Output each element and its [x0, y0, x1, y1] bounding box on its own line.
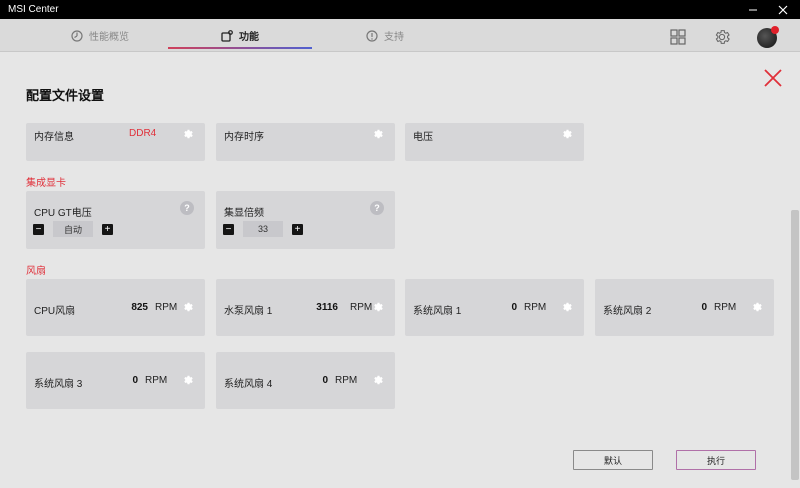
- default-button[interactable]: 默认: [573, 450, 653, 470]
- fan-rpm-value: 0: [701, 302, 707, 313]
- gear-icon[interactable]: [372, 374, 384, 386]
- fan-rpm-unit: RPM: [335, 375, 358, 386]
- fan-rpm-value: 0: [132, 375, 138, 386]
- gear-icon[interactable]: [182, 301, 194, 313]
- apply-button[interactable]: 执行: [676, 450, 756, 470]
- page-title: 配置文件设置: [26, 88, 105, 103]
- gear-icon[interactable]: [561, 301, 573, 313]
- close-x-icon: [764, 69, 782, 87]
- fan-card: 系统风扇 3 0 RPM: [26, 352, 205, 409]
- minimize-icon: [749, 9, 757, 10]
- fan-rpm-unit: RPM: [714, 302, 737, 313]
- fan-card: 系统风扇 4 0 RPM: [216, 352, 395, 409]
- minimize-button[interactable]: [738, 0, 768, 19]
- gear-icon[interactable]: [372, 128, 384, 140]
- increment-button[interactable]: +: [292, 224, 303, 235]
- app-title: MSI Center: [8, 4, 59, 15]
- tab-performance[interactable]: 性能概览: [60, 19, 140, 52]
- grid-icon: [670, 29, 686, 45]
- memory-timing-card: 内存时序: [216, 123, 395, 161]
- question-icon[interactable]: ?: [180, 201, 194, 215]
- tab-performance-label: 性能概览: [89, 32, 129, 43]
- fan-label: CPU风扇: [34, 306, 76, 317]
- fan-rpm-unit: RPM: [145, 375, 168, 386]
- fan-label: 系统风扇 2: [603, 306, 652, 317]
- question-icon[interactable]: ?: [370, 201, 384, 215]
- close-panel-button[interactable]: [762, 67, 784, 89]
- fan-card: 水泵风扇 1 3116 RPM: [216, 279, 395, 336]
- igpu-ratio-value[interactable]: 33: [243, 221, 283, 237]
- decrement-button[interactable]: −: [223, 224, 234, 235]
- feature-icon: [221, 29, 233, 42]
- fan-card: 系统风扇 1 0 RPM: [405, 279, 584, 336]
- memory-info-label: 内存信息: [34, 132, 74, 143]
- top-nav: 性能概览 功能 支持: [0, 19, 800, 52]
- gauge-icon: [71, 29, 83, 42]
- cpu-gt-voltage-label: CPU GT电压: [34, 208, 92, 219]
- fan-section-title: 风扇: [26, 266, 46, 277]
- fan-label: 系统风扇 1: [413, 306, 462, 317]
- fan-label: 系统风扇 3: [34, 379, 83, 390]
- avatar[interactable]: [757, 26, 779, 48]
- close-window-button[interactable]: [768, 0, 798, 19]
- main-content: 配置文件设置 内存信息 DDR4 内存时序 电压 集成显卡 CPU GT电压 ?…: [0, 53, 800, 488]
- igpu-ratio-card: 集显倍频 ? − 33 +: [216, 191, 395, 249]
- fan-label: 系统风扇 4: [224, 379, 273, 390]
- settings-button[interactable]: [713, 28, 731, 46]
- gear-icon[interactable]: [561, 128, 573, 140]
- gear-icon[interactable]: [182, 374, 194, 386]
- gear-icon: [715, 30, 730, 44]
- fan-card: CPU风扇 825 RPM: [26, 279, 205, 336]
- cpu-gt-voltage-value[interactable]: 自动: [53, 221, 93, 237]
- active-tab-indicator: [168, 47, 312, 49]
- memory-timing-label: 内存时序: [224, 132, 264, 143]
- title-bar: MSI Center: [0, 0, 800, 19]
- memory-info-card: 内存信息 DDR4: [26, 123, 205, 161]
- fan-label: 水泵风扇 1: [224, 306, 273, 317]
- voltage-label: 电压: [413, 132, 433, 143]
- fan-rpm-value: 0: [511, 302, 517, 313]
- gear-icon[interactable]: [751, 301, 763, 313]
- voltage-card: 电压: [405, 123, 584, 161]
- fan-rpm-value: 825: [131, 302, 148, 313]
- igpu-ratio-label: 集显倍频: [224, 208, 264, 219]
- fan-rpm-unit: RPM: [524, 302, 547, 313]
- cpu-gt-voltage-card: CPU GT电压 ? − 自动 +: [26, 191, 205, 249]
- help-circle-icon: [366, 29, 378, 42]
- decrement-button[interactable]: −: [33, 224, 44, 235]
- igpu-section-title: 集成显卡: [26, 178, 66, 189]
- fan-rpm-unit: RPM: [155, 302, 178, 313]
- fan-rpm-value: 0: [322, 375, 328, 386]
- fan-rpm-unit: RPM: [350, 302, 373, 313]
- memory-type-value: DDR4: [129, 128, 157, 139]
- tab-features-label: 功能: [239, 32, 259, 43]
- fan-card: 系统风扇 2 0 RPM: [595, 279, 774, 336]
- close-icon: [778, 5, 788, 14]
- fan-rpm-value: 3116: [316, 302, 338, 313]
- increment-button[interactable]: +: [102, 224, 113, 235]
- gear-icon[interactable]: [182, 128, 194, 140]
- notification-dot: [771, 26, 779, 34]
- tab-support[interactable]: 支持: [345, 19, 425, 52]
- tab-support-label: 支持: [384, 32, 404, 43]
- gear-icon[interactable]: [372, 301, 384, 313]
- scrollbar[interactable]: [791, 210, 799, 480]
- grid-button[interactable]: [669, 28, 687, 46]
